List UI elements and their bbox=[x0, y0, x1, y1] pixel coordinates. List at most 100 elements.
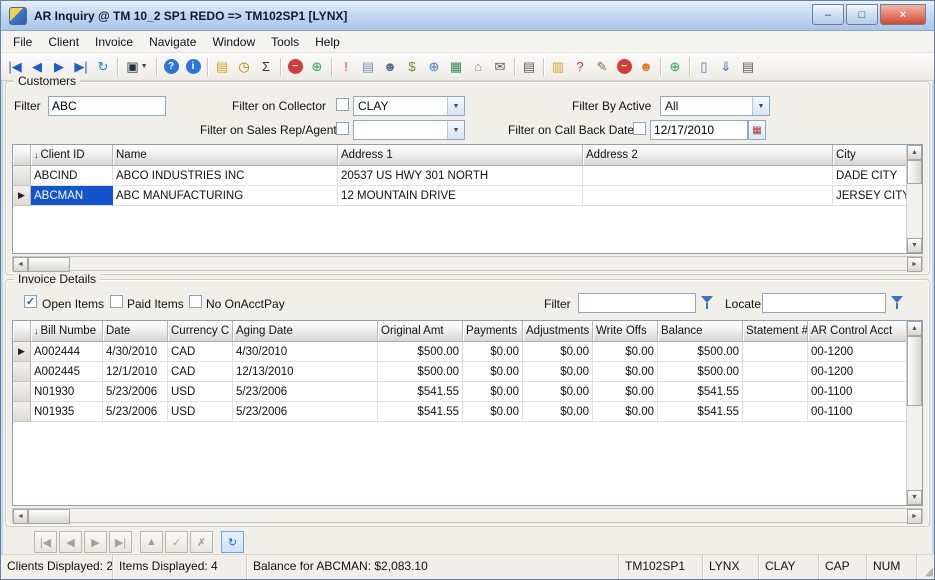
print-button[interactable]: ▤ bbox=[518, 56, 540, 78]
invoice-grid-cell[interactable] bbox=[743, 362, 808, 382]
customer-grid-cell[interactable]: ABCMAN bbox=[31, 186, 113, 206]
internet-button[interactable]: ⊕ bbox=[306, 56, 328, 78]
customer-grid-hscrollbar[interactable]: ◄► bbox=[12, 256, 923, 271]
column-header-write-offs[interactable]: Write Offs bbox=[593, 321, 658, 341]
invoice-grid-cell[interactable]: $0.00 bbox=[523, 362, 593, 382]
resize-grip[interactable]: ◢ bbox=[917, 555, 934, 579]
invoice-grid-cell[interactable]: CAD bbox=[168, 342, 233, 362]
column-header-statement-[interactable]: Statement # bbox=[743, 321, 808, 341]
close-button[interactable]: × bbox=[880, 4, 926, 25]
invoice-grid-cell[interactable]: 12/1/2010 bbox=[103, 362, 168, 382]
menu-item-file[interactable]: File bbox=[5, 33, 40, 51]
invoice-grid-cell[interactable]: $0.00 bbox=[463, 342, 523, 362]
invoice-grid-cell[interactable]: A002444 bbox=[31, 342, 103, 362]
scroll-down-button[interactable]: ▼ bbox=[907, 490, 922, 505]
invoice-grid-cell[interactable]: 00-1100 bbox=[808, 402, 907, 422]
stop-button[interactable]: − bbox=[613, 56, 635, 78]
row-pointer-icon[interactable]: ▶ bbox=[13, 342, 31, 362]
invoice-grid-cell[interactable]: $0.00 bbox=[523, 382, 593, 402]
row-selector[interactable] bbox=[13, 402, 31, 422]
chevron-down-icon[interactable]: ▼ bbox=[752, 97, 769, 115]
nav-first-button[interactable]: |◀ bbox=[34, 531, 57, 553]
customer-grid-cell[interactable]: ABCO INDUSTRIES INC bbox=[113, 166, 338, 186]
scroll-thumb[interactable] bbox=[28, 257, 70, 272]
export-button[interactable]: ⇓ bbox=[715, 56, 737, 78]
invoice-grid-cell[interactable]: N01930 bbox=[31, 382, 103, 402]
invoice-grid-cell[interactable]: N01935 bbox=[31, 402, 103, 422]
chevron-down-icon[interactable]: ▼ bbox=[447, 97, 464, 115]
customer-grid-cell[interactable]: 12 MOUNTAIN DRIVE bbox=[338, 186, 583, 206]
column-header-payments[interactable]: Payments bbox=[463, 321, 523, 341]
scroll-right-button[interactable]: ► bbox=[907, 257, 922, 272]
invoice-grid-row[interactable]: ▶A0024444/30/2010CAD4/30/2010$500.00$0.0… bbox=[13, 342, 907, 362]
invoice-grid-cell[interactable]: $0.00 bbox=[593, 382, 658, 402]
globe-button[interactable]: ⊕ bbox=[664, 56, 686, 78]
column-header-currency-c[interactable]: Currency C bbox=[168, 321, 233, 341]
web-button[interactable]: ⊕ bbox=[423, 56, 445, 78]
view-selector-button[interactable]: ▣▼ bbox=[121, 56, 153, 78]
invoice-grid-cell[interactable]: 00-1200 bbox=[808, 362, 907, 382]
nav-post-button[interactable]: ✓ bbox=[165, 531, 188, 553]
billing-button[interactable]: $ bbox=[401, 56, 423, 78]
customer-grid-vscrollbar[interactable]: ▲▼ bbox=[906, 145, 922, 253]
exclude-button[interactable]: − bbox=[284, 56, 306, 78]
folders-button[interactable]: ▥ bbox=[547, 56, 569, 78]
row-selector[interactable] bbox=[13, 382, 31, 402]
schedule-button[interactable]: ◷ bbox=[233, 56, 255, 78]
scroll-thumb[interactable] bbox=[907, 336, 922, 406]
customer-grid-cell[interactable] bbox=[583, 186, 833, 206]
invoice-grid-vscrollbar[interactable]: ▲▼ bbox=[906, 321, 922, 505]
row-selector[interactable] bbox=[13, 362, 31, 382]
customer-grid-row[interactable]: ABCINDABCO INDUSTRIES INC20537 US HWY 30… bbox=[13, 166, 907, 186]
invoice-grid-cell[interactable]: $541.55 bbox=[378, 402, 463, 422]
no-onacctpay-checkbox[interactable] bbox=[189, 295, 202, 308]
column-header-bill-numbe[interactable]: ↓Bill Numbe bbox=[31, 321, 103, 341]
summary-button[interactable]: Σ bbox=[255, 56, 277, 78]
column-header-adjustments[interactable]: Adjustments bbox=[523, 321, 593, 341]
active-combo[interactable]: All ▼ bbox=[660, 96, 770, 116]
calendar-button[interactable]: ▦ bbox=[748, 120, 766, 140]
filter-collector-checkbox[interactable] bbox=[336, 98, 349, 111]
invoice-grid-cell[interactable]: $500.00 bbox=[378, 342, 463, 362]
scroll-down-button[interactable]: ▼ bbox=[907, 238, 922, 253]
invoice-grid-cell[interactable]: $500.00 bbox=[378, 362, 463, 382]
invoice-grid-cell[interactable] bbox=[743, 382, 808, 402]
invoice-grid-cell[interactable]: 4/30/2010 bbox=[103, 342, 168, 362]
paid-items-checkbox[interactable] bbox=[110, 295, 123, 308]
invoice-grid-cell[interactable]: A002445 bbox=[31, 362, 103, 382]
row-pointer-icon[interactable]: ▶ bbox=[13, 186, 31, 206]
column-header-ar-control-acct[interactable]: AR Control Acct bbox=[808, 321, 907, 341]
invoice-grid-cell[interactable]: 4/30/2010 bbox=[233, 342, 378, 362]
clients-button[interactable]: ☻ bbox=[379, 56, 401, 78]
report-button[interactable]: ▯ bbox=[693, 56, 715, 78]
invoice-grid-row[interactable]: N019355/23/2006USD5/23/2006$541.55$0.00$… bbox=[13, 402, 907, 422]
invoice-grid-cell[interactable]: $500.00 bbox=[658, 362, 743, 382]
invoice-grid-cell[interactable]: 00-1200 bbox=[808, 342, 907, 362]
filter-salesrep-checkbox[interactable] bbox=[336, 122, 349, 135]
invoice-grid-cell[interactable]: $541.55 bbox=[378, 382, 463, 402]
menu-item-invoice[interactable]: Invoice bbox=[87, 33, 141, 51]
invoice-grid-cell[interactable]: $0.00 bbox=[463, 382, 523, 402]
user-button[interactable]: ☻ bbox=[635, 56, 657, 78]
column-header-client-id[interactable]: ↓Client ID bbox=[31, 145, 113, 165]
invoice-grid-cell[interactable] bbox=[743, 402, 808, 422]
scroll-thumb[interactable] bbox=[907, 160, 922, 184]
invoice-grid-cell[interactable]: $0.00 bbox=[593, 402, 658, 422]
invoice-grid-cell[interactable]: $500.00 bbox=[658, 342, 743, 362]
collector-combo[interactable]: CLAY ▼ bbox=[353, 96, 465, 116]
menu-item-navigate[interactable]: Navigate bbox=[141, 33, 204, 51]
row-selector[interactable] bbox=[13, 166, 31, 186]
chevron-down-icon[interactable]: ▼ bbox=[447, 121, 464, 139]
customer-grid-cell[interactable]: DADE CITY bbox=[833, 166, 907, 186]
invoice-grid-cell[interactable]: $541.55 bbox=[658, 382, 743, 402]
scroll-left-button[interactable]: ◄ bbox=[13, 509, 28, 524]
alerts-button[interactable]: ! bbox=[335, 56, 357, 78]
invoice-grid-cell[interactable]: 12/13/2010 bbox=[233, 362, 378, 382]
nav-cancel-button[interactable]: ✗ bbox=[190, 531, 213, 553]
menu-item-help[interactable]: Help bbox=[307, 33, 348, 51]
info-button[interactable]: i bbox=[182, 56, 204, 78]
invoice-grid-row[interactable]: N019305/23/2006USD5/23/2006$541.55$0.00$… bbox=[13, 382, 907, 402]
bank-button[interactable]: ⌂ bbox=[467, 56, 489, 78]
charts-button[interactable]: ▦ bbox=[445, 56, 467, 78]
invoice-grid-cell[interactable]: $0.00 bbox=[523, 402, 593, 422]
